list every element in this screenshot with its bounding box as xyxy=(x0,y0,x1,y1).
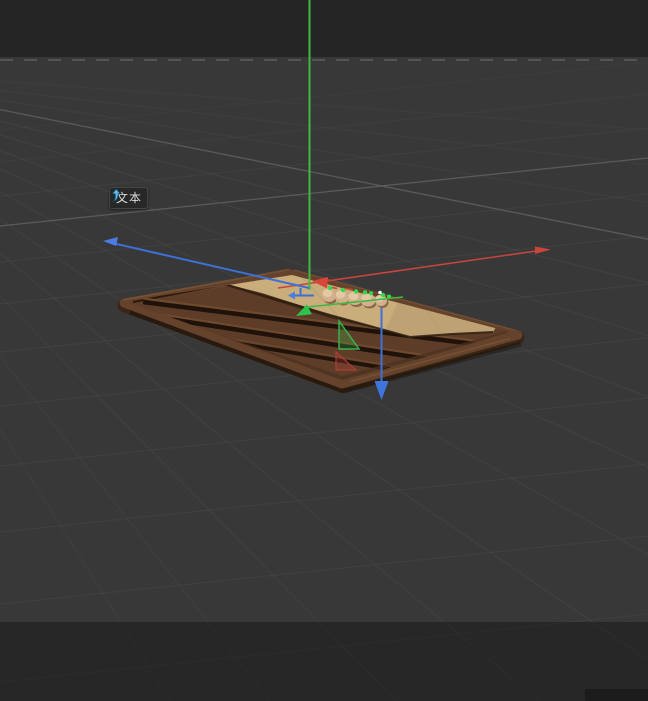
grid-line xyxy=(0,120,648,284)
grid-line xyxy=(0,193,648,263)
down-axis-arrow[interactable] xyxy=(374,381,389,400)
move-cursor-icon xyxy=(110,188,122,203)
tool-tooltip: 文本 xyxy=(109,187,149,209)
wooden-plank-object[interactable] xyxy=(117,268,525,394)
corner-ui-fragment xyxy=(585,689,648,701)
3d-viewport[interactable]: 文本 xyxy=(0,0,648,701)
grid-line xyxy=(0,89,648,166)
grid-line xyxy=(0,127,648,197)
grid-line xyxy=(0,61,648,131)
z-axis-arrow[interactable] xyxy=(103,237,118,246)
grid-line xyxy=(0,93,648,163)
grid-line xyxy=(0,397,648,467)
grid-line xyxy=(0,108,648,240)
grid-line xyxy=(0,80,648,131)
baseline-tick xyxy=(331,286,338,290)
overscan-top-strip xyxy=(0,0,648,57)
object-origin-point xyxy=(378,290,382,295)
grid-line xyxy=(0,157,648,227)
viewport-scene xyxy=(0,0,648,701)
z-axis-line[interactable] xyxy=(109,241,310,289)
x-axis-arrow[interactable] xyxy=(535,246,551,255)
baseline-tick xyxy=(343,287,354,291)
overscan-bottom-strip xyxy=(0,622,648,701)
